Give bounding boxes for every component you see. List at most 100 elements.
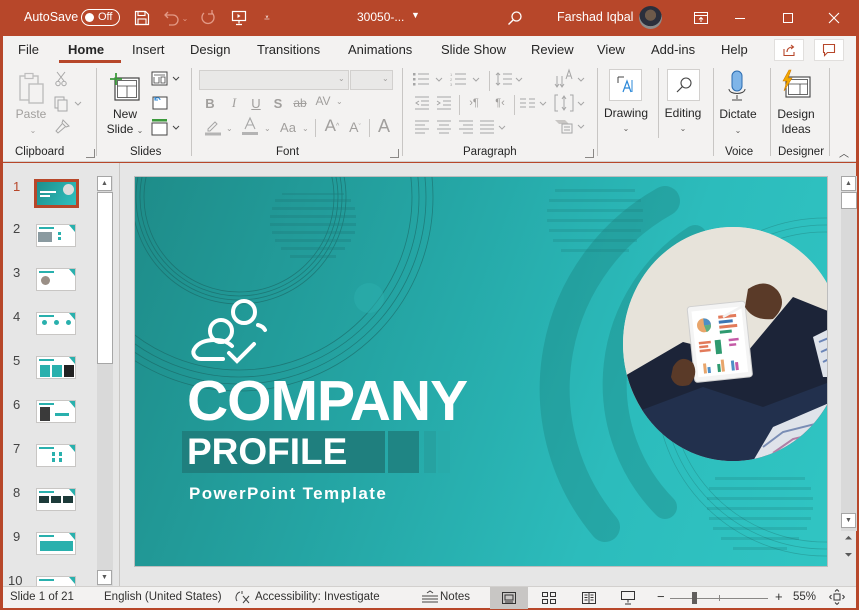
previous-slide-icon[interactable]: ⏶ [841, 531, 856, 546]
scrollbar-thumb[interactable] [97, 192, 113, 364]
clear-formatting-button[interactable]: A [373, 115, 395, 137]
font-size-dropdown-icon[interactable]: ⌄ [382, 74, 389, 83]
close-icon[interactable] [822, 6, 846, 30]
tab-design[interactable]: Design [190, 42, 230, 57]
design-ideas-label-1[interactable]: Design [773, 107, 819, 121]
new-slide-label-2[interactable]: Slide [107, 122, 134, 136]
align-left-icon[interactable] [413, 119, 431, 135]
minimize-icon[interactable] [728, 6, 752, 30]
pane-splitter[interactable] [119, 163, 120, 586]
drawing-icon[interactable] [609, 69, 642, 101]
slide-subtitle[interactable]: PROFILE [187, 433, 347, 470]
font-name-dropdown-icon[interactable]: ⌄ [338, 74, 345, 83]
scrollbar-track[interactable] [841, 176, 857, 531]
dictate-dropdown-icon[interactable]: ⌄ [735, 126, 742, 135]
rtl-icon[interactable]: ¶‹ [490, 95, 510, 111]
clipboard-launcher-icon[interactable] [86, 149, 95, 158]
change-case-dropdown-icon[interactable]: ⌄ [302, 124, 309, 133]
reading-view-button[interactable] [570, 587, 608, 609]
font-color-icon[interactable] [241, 116, 259, 136]
scroll-down-icon[interactable]: ▼ [97, 570, 112, 585]
scroll-up-icon[interactable]: ▲ [841, 176, 856, 191]
editing-dropdown-icon[interactable]: ⌄ [680, 124, 687, 133]
fit-slide-icon[interactable] [829, 589, 845, 608]
slide-show-view-button[interactable] [609, 587, 647, 609]
text-direction-icon[interactable] [554, 68, 588, 88]
normal-view-button[interactable] [490, 587, 528, 609]
avatar[interactable] [639, 6, 662, 29]
slide-tagline[interactable]: PowerPoint Template [189, 484, 387, 504]
justify-icon[interactable] [479, 119, 511, 135]
scroll-down-icon[interactable]: ▼ [841, 513, 856, 528]
layout-icon[interactable] [150, 70, 182, 88]
new-slide-icon[interactable] [109, 72, 141, 102]
format-painter-icon[interactable] [53, 118, 71, 136]
slide-thumbnail-1[interactable] [34, 179, 79, 208]
reset-slide-icon[interactable] [150, 93, 168, 111]
italic-button[interactable]: I [227, 94, 241, 112]
convert-to-smartart-icon[interactable] [554, 117, 588, 135]
highlight-dropdown-icon[interactable]: ⌄ [226, 124, 233, 133]
slide-sorter-view-button[interactable] [530, 587, 568, 609]
accessibility-icon[interactable] [235, 590, 251, 607]
user-name[interactable]: Farshad Iqbal [557, 10, 633, 24]
cut-icon[interactable] [53, 70, 69, 88]
undo-dropdown-icon[interactable]: ⌄ [180, 8, 190, 28]
slide-title[interactable]: COMPANY [187, 373, 468, 430]
slide-thumbnail-3[interactable] [36, 268, 76, 291]
bullets-icon[interactable] [413, 71, 447, 87]
increase-indent-icon[interactable] [435, 95, 453, 111]
tab-review[interactable]: Review [531, 42, 574, 57]
tab-home[interactable]: Home [68, 42, 104, 57]
change-case-button[interactable]: Aa [277, 119, 299, 135]
scroll-up-icon[interactable]: ▲ [97, 176, 112, 191]
zoom-in-button[interactable]: + [775, 589, 783, 604]
notes-button[interactable]: Notes [440, 591, 470, 603]
paste-dropdown-icon[interactable]: ⌄ [30, 126, 37, 135]
slide-thumbnail-9[interactable] [36, 532, 76, 555]
paste-label[interactable]: Paste [15, 107, 47, 121]
paragraph-launcher-icon[interactable] [585, 149, 594, 158]
redo-icon[interactable] [198, 8, 218, 28]
tab-help[interactable]: Help [721, 42, 748, 57]
tab-add-ins[interactable]: Add-ins [651, 42, 695, 57]
tab-file[interactable]: File [18, 42, 39, 57]
editing-label[interactable]: Editing [658, 106, 708, 120]
new-slide-dropdown-icon[interactable]: ⌄ [137, 126, 144, 135]
ribbon-display-options-icon[interactable] [689, 6, 713, 30]
zoom-slider-thumb[interactable] [692, 592, 697, 604]
new-slide-label-1[interactable]: New [105, 107, 145, 121]
font-launcher-icon[interactable] [390, 149, 399, 158]
section-icon[interactable] [150, 118, 182, 136]
document-title[interactable]: 30050-... [357, 10, 404, 24]
maximize-icon[interactable] [776, 6, 800, 30]
slide-canvas[interactable]: COMPANY PROFILE PowerPoint Template [134, 176, 828, 567]
increase-font-size-button[interactable]: A ^ [321, 116, 343, 136]
zoom-level[interactable]: 55% [793, 591, 816, 603]
tab-animations[interactable]: Animations [348, 42, 412, 57]
font-name-combo[interactable] [199, 70, 349, 90]
slide-scrollbar[interactable]: ▲ ▼ ⏶ ⏷ [841, 176, 857, 586]
design-ideas-label-2[interactable]: Ideas [773, 122, 819, 136]
slide-thumbnail-2[interactable] [36, 224, 76, 247]
present-from-beginning-icon[interactable] [229, 8, 249, 28]
next-slide-icon[interactable]: ⏷ [841, 548, 856, 563]
slide-thumbnail-5[interactable] [36, 356, 76, 379]
tab-insert[interactable]: Insert [132, 42, 165, 57]
slide-thumbnail-8[interactable] [36, 488, 76, 511]
thumbnail-scrollbar[interactable]: ▲ ▼ [97, 176, 113, 586]
zoom-out-button[interactable]: − [657, 589, 665, 604]
align-center-icon[interactable] [435, 119, 453, 135]
customize-qat-icon[interactable]: ⩡ [257, 8, 277, 28]
drawing-dropdown-icon[interactable]: ⌄ [623, 124, 630, 133]
character-spacing-button[interactable]: AV [313, 92, 333, 110]
tab-view[interactable]: View [597, 42, 625, 57]
columns-icon[interactable] [519, 95, 549, 111]
accessibility-status[interactable]: Accessibility: Investigate [255, 591, 380, 603]
notes-icon[interactable] [421, 590, 439, 607]
spacing-dropdown-icon[interactable]: ⌄ [336, 97, 343, 106]
save-icon[interactable] [132, 8, 152, 28]
slide-counter[interactable]: Slide 1 of 21 [10, 591, 74, 603]
editing-search-icon[interactable] [667, 69, 700, 101]
paste-icon[interactable] [17, 71, 47, 107]
